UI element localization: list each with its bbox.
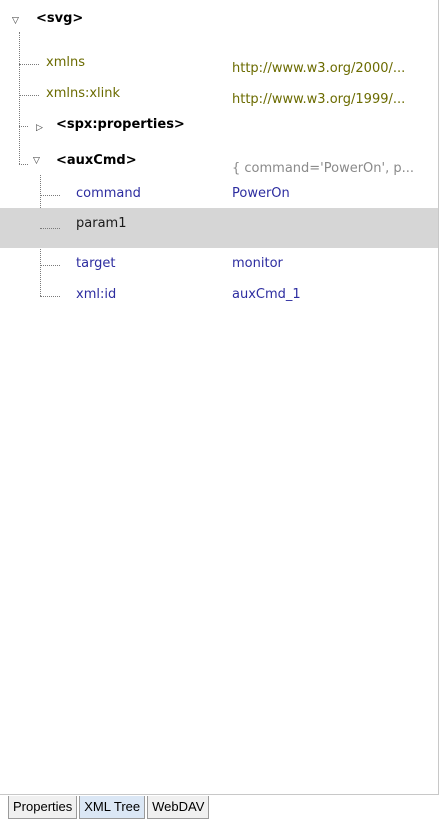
tab-properties[interactable]: Properties [8, 796, 78, 819]
attribute-name: xmlns [46, 55, 85, 70]
attribute-value: http://www.w3.org/1999/... [232, 92, 406, 107]
tab-webdav[interactable]: WebDAV [147, 796, 210, 819]
tab-xml-tree[interactable]: XML Tree [79, 796, 146, 819]
attribute-value: http://www.w3.org/2000/... [232, 61, 406, 76]
expanded-triangle-icon[interactable]: ▽ [12, 16, 19, 26]
attribute-value: auxCmd_1 [232, 287, 301, 302]
expanded-triangle-icon[interactable]: ▽ [33, 156, 40, 166]
attribute-row-target[interactable]: target monitor [0, 253, 438, 277]
panel-tab-bar: Properties XML Tree WebDAV [8, 796, 211, 829]
attribute-row-param1[interactable]: param1 [0, 208, 438, 248]
tree-connector [40, 228, 60, 229]
attribute-row-xml-id[interactable]: xml:id auxCmd_1 [0, 284, 438, 308]
attribute-name: command [76, 186, 141, 201]
attribute-name: xml:id [76, 287, 117, 302]
node-summary-value: { command='PowerOn', p... [232, 161, 415, 176]
collapsed-triangle-icon[interactable]: ▷ [36, 123, 43, 133]
attribute-value: monitor [232, 256, 283, 271]
attribute-row-xmlns[interactable]: xmlns http://www.w3.org/2000/... [0, 52, 438, 76]
tree-node-spx-properties[interactable]: ▷ <spx:properties> [0, 114, 438, 138]
attribute-row-xmlns-xlink[interactable]: xmlns:xlink http://www.w3.org/1999/... [0, 83, 438, 107]
attribute-row-command[interactable]: command PowerOn [0, 183, 438, 207]
tree-node-svg[interactable]: ▽ <svg> [0, 8, 438, 32]
xml-tree-panel: ▽ <svg> xmlns http://www.w3.org/2000/...… [0, 0, 439, 795]
attribute-name: xmlns:xlink [46, 86, 121, 101]
attribute-value: PowerOn [232, 186, 290, 201]
attribute-name: target [76, 256, 116, 271]
node-tag-label: <auxCmd> [56, 153, 137, 168]
node-tag-label: <spx:properties> [56, 117, 185, 132]
attribute-name: param1 [76, 216, 127, 231]
node-tag-label: <svg> [36, 11, 84, 26]
tree-node-auxcmd[interactable]: ▽ <auxCmd> { command='PowerOn', p... [0, 150, 438, 176]
